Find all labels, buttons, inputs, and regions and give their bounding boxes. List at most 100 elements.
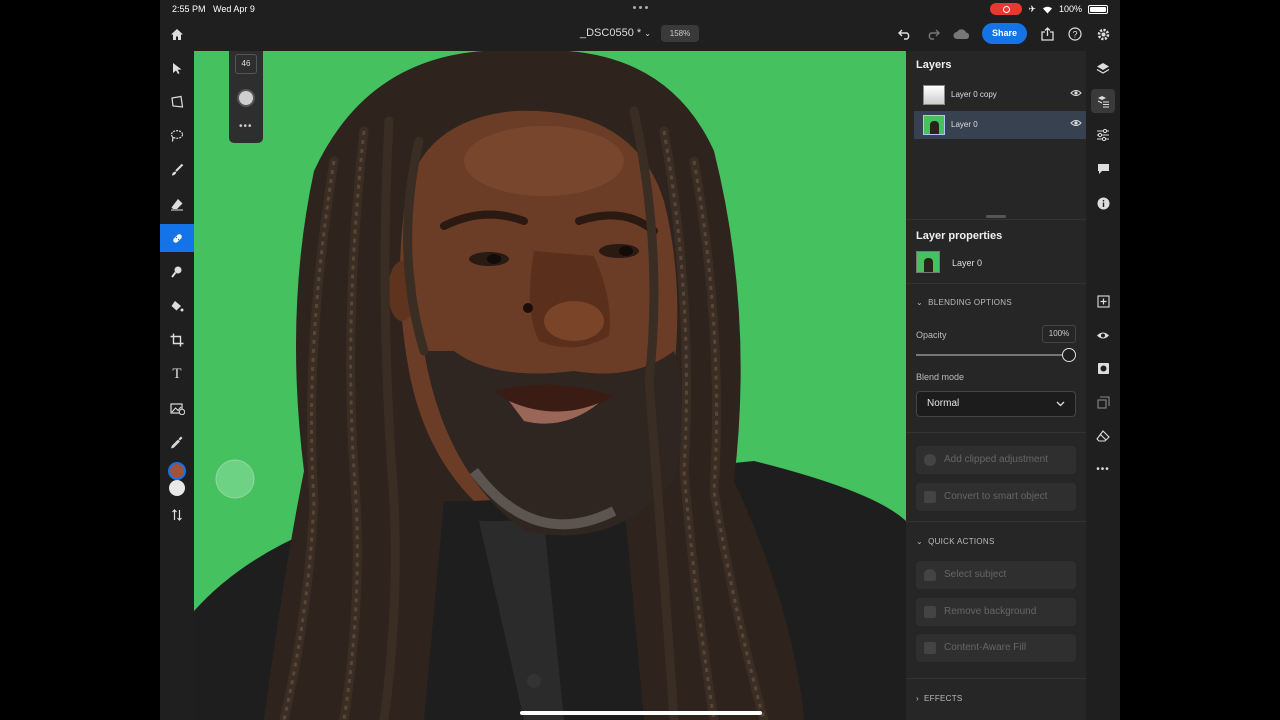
- lasso-tool-icon[interactable]: [160, 122, 194, 150]
- blend-mode-value: Normal: [927, 398, 960, 409]
- layer-properties-thumbnail: [916, 251, 940, 273]
- opacity-value-field[interactable]: 100%: [1042, 325, 1076, 343]
- chevron-down-icon: ⌄: [644, 29, 651, 38]
- document-title[interactable]: _DSC0550 * ⌄: [580, 27, 651, 39]
- chevron-down-icon: [1056, 401, 1065, 407]
- cloud-icon[interactable]: [952, 25, 970, 43]
- brush-size-value[interactable]: 46: [235, 54, 257, 74]
- select-subject-label: Select subject: [944, 569, 1007, 580]
- opacity-slider-handle[interactable]: [1062, 348, 1076, 362]
- color-swatches[interactable]: [160, 459, 194, 499]
- info-icon[interactable]: [1094, 194, 1112, 212]
- tools-toolbar: T: [160, 51, 194, 720]
- place-image-tool-icon[interactable]: [160, 394, 194, 422]
- blend-mode-select[interactable]: Normal: [916, 391, 1076, 417]
- eraser-tool-icon[interactable]: [160, 190, 194, 218]
- wifi-icon: [1042, 6, 1052, 13]
- help-icon[interactable]: ?: [1066, 25, 1084, 43]
- airplane-icon: ✈: [1028, 3, 1036, 14]
- convert-smart-label: Convert to smart object: [944, 491, 1048, 502]
- battery-icon: [1088, 4, 1108, 14]
- photo-portrait: [194, 51, 906, 720]
- layers-title: Layers: [916, 59, 952, 71]
- remove-background-button[interactable]: Remove background: [916, 598, 1076, 626]
- crop-tool-icon[interactable]: [160, 326, 194, 354]
- divider: [906, 219, 1086, 220]
- properties-panel: Layers Layer 0 copy Layer 0 Layer proper…: [906, 51, 1086, 720]
- layer-thumbnail: [923, 115, 945, 135]
- visibility-eye-icon[interactable]: [1094, 326, 1112, 344]
- blend-mode-label: Blend mode: [916, 372, 965, 382]
- eraser-fill-icon[interactable]: [1094, 427, 1112, 445]
- brush-settings-panel: 46 •••: [229, 51, 263, 143]
- undo-icon[interactable]: [896, 25, 914, 43]
- effects-header[interactable]: › EFFECTS: [916, 694, 963, 703]
- content-aware-fill-button[interactable]: Content-Aware Fill: [916, 634, 1076, 662]
- ipad-screen: 2:55 PM Wed Apr 9 ✈ 100% _DSC0550 * ⌄ 15…: [160, 0, 1120, 720]
- layer-row[interactable]: Layer 0 copy: [914, 81, 1086, 109]
- remove-background-label: Remove background: [944, 606, 1037, 617]
- transform-tool-icon[interactable]: [160, 88, 194, 116]
- foreground-color-swatch[interactable]: [168, 462, 186, 480]
- type-tool-icon[interactable]: T: [160, 360, 194, 388]
- chevron-down-icon: ⌄: [916, 298, 924, 307]
- blending-options-header[interactable]: ⌄ BLENDING OPTIONS: [916, 298, 1012, 307]
- more-options-icon[interactable]: •••: [239, 121, 253, 132]
- export-icon[interactable]: [1038, 25, 1056, 43]
- layer-row-selected[interactable]: Layer 0: [914, 111, 1086, 139]
- opacity-label: Opacity: [916, 330, 947, 340]
- chevron-down-icon: ⌄: [916, 537, 924, 546]
- add-clipped-adjustment-button[interactable]: Add clipped adjustment: [916, 446, 1076, 474]
- opacity-slider-track[interactable]: [916, 354, 1068, 356]
- move-tool-icon[interactable]: [160, 54, 194, 82]
- eye-visibility-icon[interactable]: [1070, 119, 1082, 127]
- right-rail: •••: [1086, 51, 1120, 720]
- more-icon[interactable]: •••: [1094, 460, 1112, 478]
- screen-record-icon[interactable]: [990, 3, 1023, 15]
- time-text: 2:55 PM: [172, 4, 206, 14]
- panel-resize-handle[interactable]: [986, 215, 1006, 218]
- brush-hardness-icon[interactable]: [237, 89, 255, 107]
- comments-icon[interactable]: [1094, 160, 1112, 178]
- adjustments-sliders-icon[interactable]: [1094, 126, 1112, 144]
- home-icon[interactable]: [168, 25, 186, 43]
- divider: [906, 678, 1086, 679]
- quick-actions-header[interactable]: ⌄ QUICK ACTIONS: [916, 537, 995, 546]
- layer-thumbnail: [923, 85, 945, 105]
- clip-layer-icon[interactable]: [1094, 393, 1112, 411]
- add-layer-icon[interactable]: [1094, 292, 1112, 310]
- share-button[interactable]: Share: [982, 23, 1027, 44]
- blending-options-label: BLENDING OPTIONS: [928, 298, 1012, 307]
- brush-tool-icon[interactable]: [160, 156, 194, 184]
- convert-smart-object-button[interactable]: Convert to smart object: [916, 483, 1076, 511]
- select-subject-button[interactable]: Select subject: [916, 561, 1076, 589]
- quick-actions-label: QUICK ACTIONS: [928, 537, 995, 546]
- divider: [906, 432, 1086, 433]
- divider: [906, 283, 1086, 284]
- document-title-text: _DSC0550 *: [580, 27, 642, 39]
- add-clipped-label: Add clipped adjustment: [944, 454, 1048, 465]
- clone-stamp-tool-icon[interactable]: [160, 258, 194, 286]
- redo-icon[interactable]: [924, 25, 942, 43]
- background-color-swatch[interactable]: [169, 480, 185, 496]
- top-bar: _DSC0550 * ⌄ 158% Share ?: [160, 17, 1120, 51]
- eyedropper-tool-icon[interactable]: [160, 428, 194, 456]
- mask-icon[interactable]: [1094, 359, 1112, 377]
- swap-colors-icon[interactable]: [160, 501, 194, 529]
- date-text: Wed Apr 9: [213, 4, 255, 14]
- layers-icon[interactable]: [1094, 59, 1112, 77]
- divider: [906, 521, 1086, 522]
- healing-brush-tool-icon[interactable]: [160, 224, 194, 252]
- settings-gear-icon[interactable]: [1094, 25, 1112, 43]
- eye-visibility-icon[interactable]: [1070, 89, 1082, 97]
- layer-properties-title: Layer properties: [916, 230, 1003, 242]
- canvas[interactable]: 46 •••: [194, 51, 906, 720]
- layer-properties-icon[interactable]: [1091, 89, 1115, 113]
- status-time: 2:55 PM Wed Apr 9: [172, 4, 255, 14]
- zoom-level[interactable]: 158%: [661, 25, 699, 42]
- content-aware-label: Content-Aware Fill: [944, 642, 1027, 653]
- battery-percent: 100%: [1058, 4, 1082, 14]
- multitask-dots-icon[interactable]: [633, 6, 648, 9]
- paint-bucket-tool-icon[interactable]: [160, 292, 194, 320]
- home-indicator[interactable]: [520, 711, 762, 715]
